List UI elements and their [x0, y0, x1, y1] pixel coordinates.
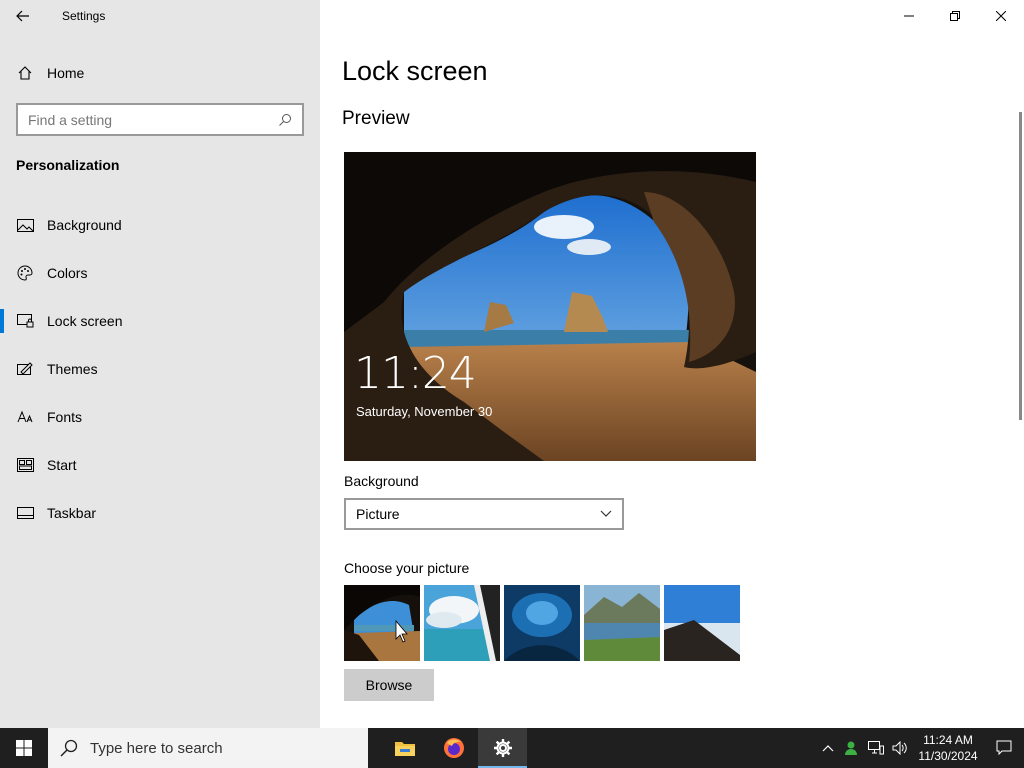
- themes-icon: [16, 360, 34, 378]
- taskbar-apps: [380, 728, 527, 768]
- search-icon: [60, 739, 78, 757]
- main-content: Lock screen Preview 11:24 Saturday, Nove…: [320, 0, 1024, 728]
- picture-thumbnail-mountain[interactable]: [664, 585, 740, 661]
- user-icon: [845, 741, 857, 755]
- start-button[interactable]: [0, 728, 48, 768]
- taskbar-time: 11:24 AM: [923, 733, 973, 747]
- taskbar: Type here to search 11:24 AM 11/30/2024: [0, 728, 1024, 768]
- close-button[interactable]: [978, 0, 1024, 32]
- preview-date: Saturday, November 30: [356, 404, 493, 419]
- sidebar-item-fonts[interactable]: Fonts: [0, 393, 320, 441]
- picture-icon: [16, 216, 34, 234]
- show-hidden-icons-button[interactable]: [816, 728, 840, 768]
- volume-tray-button[interactable]: [888, 728, 912, 768]
- home-icon: [16, 64, 34, 82]
- windows-logo-icon: [16, 740, 32, 756]
- settings-taskbar-button[interactable]: [478, 728, 527, 768]
- taskbar-clock[interactable]: 11:24 AM 11/30/2024: [912, 732, 984, 764]
- sidebar-item-label: Lock screen: [47, 313, 123, 329]
- sidebar-item-label: Themes: [47, 361, 98, 377]
- home-label: Home: [47, 65, 85, 81]
- settings-search-input[interactable]: Find a setting: [16, 103, 304, 136]
- minimize-icon: [904, 15, 914, 17]
- sidebar-item-themes[interactable]: Themes: [0, 345, 320, 393]
- back-arrow-icon: [16, 10, 29, 22]
- folder-icon: [394, 742, 415, 756]
- app-title: Settings: [62, 9, 106, 23]
- search-icon: [279, 113, 291, 126]
- picture-thumbnail-ice-cave[interactable]: [504, 585, 580, 661]
- lock-screen-preview: 11:24 Saturday, November 30: [344, 152, 756, 461]
- sidebar-item-colors[interactable]: Colors: [0, 249, 320, 297]
- preview-clock: 11:24: [354, 348, 477, 399]
- search-placeholder: Find a setting: [28, 111, 113, 128]
- sidebar-item-taskbar[interactable]: Taskbar: [0, 489, 320, 537]
- sidebar-item-lock-screen[interactable]: Lock screen: [0, 297, 320, 345]
- close-icon: [996, 11, 1006, 21]
- home-nav-item[interactable]: Home: [0, 57, 320, 89]
- window-controls: [886, 0, 1024, 32]
- background-dropdown-value: Picture: [356, 506, 400, 522]
- start-icon: [16, 456, 34, 474]
- preview-heading: Preview: [342, 108, 410, 129]
- sidebar-item-background[interactable]: Background: [0, 201, 320, 249]
- scrollbar[interactable]: [1019, 112, 1022, 420]
- picture-thumbnail-cave[interactable]: [344, 585, 420, 661]
- minimize-button[interactable]: [886, 0, 932, 32]
- taskbar-search-placeholder: Type here to search: [90, 739, 223, 757]
- chevron-down-icon: [600, 510, 612, 517]
- picture-thumbnail-sky-glass[interactable]: [424, 585, 500, 661]
- back-button[interactable]: [0, 0, 46, 32]
- fonts-icon: [16, 408, 34, 426]
- firefox-taskbar-button[interactable]: [429, 728, 478, 768]
- choose-picture-label: Choose your picture: [344, 560, 470, 576]
- chevron-up-icon: [822, 745, 834, 752]
- lock-screen-icon: [16, 312, 34, 330]
- network-icon: [868, 741, 884, 755]
- sidebar-item-label: Background: [47, 217, 122, 233]
- taskbar-date: 11/30/2024: [918, 749, 978, 763]
- sidebar-item-start[interactable]: Start: [0, 441, 320, 489]
- action-center-button[interactable]: [984, 728, 1024, 768]
- notification-icon: [996, 740, 1012, 756]
- section-label: Personalization: [16, 157, 120, 173]
- picture-thumbnail-lake[interactable]: [584, 585, 660, 661]
- background-dropdown[interactable]: Picture: [344, 498, 624, 530]
- sidebar-item-label: Fonts: [47, 409, 83, 425]
- sidebar: Settings Home Find a setting Personaliza…: [0, 0, 320, 728]
- network-tray-button[interactable]: [864, 728, 888, 768]
- browse-button[interactable]: Browse: [344, 669, 434, 701]
- gear-icon: [493, 739, 512, 757]
- sidebar-item-label: Colors: [47, 265, 88, 281]
- picture-thumbnails: [344, 585, 740, 661]
- firefox-icon: [443, 738, 464, 758]
- palette-icon: [16, 264, 34, 282]
- background-label: Background: [344, 473, 419, 489]
- page-title: Lock screen: [342, 56, 488, 86]
- title-bar-left: Settings: [0, 0, 320, 32]
- system-tray: 11:24 AM 11/30/2024: [816, 728, 1024, 768]
- user-tray-button[interactable]: [840, 728, 864, 768]
- sidebar-item-label: Taskbar: [47, 505, 97, 521]
- taskbar-search-box[interactable]: Type here to search: [48, 728, 368, 768]
- taskbar-icon: [16, 504, 34, 522]
- restore-icon: [950, 11, 960, 21]
- restore-button[interactable]: [932, 0, 978, 32]
- sidebar-nav: Background Colors Lock screen Themes Fon…: [0, 201, 320, 537]
- speaker-icon: [892, 741, 907, 755]
- sidebar-item-label: Start: [47, 457, 77, 473]
- file-explorer-taskbar-button[interactable]: [380, 728, 429, 768]
